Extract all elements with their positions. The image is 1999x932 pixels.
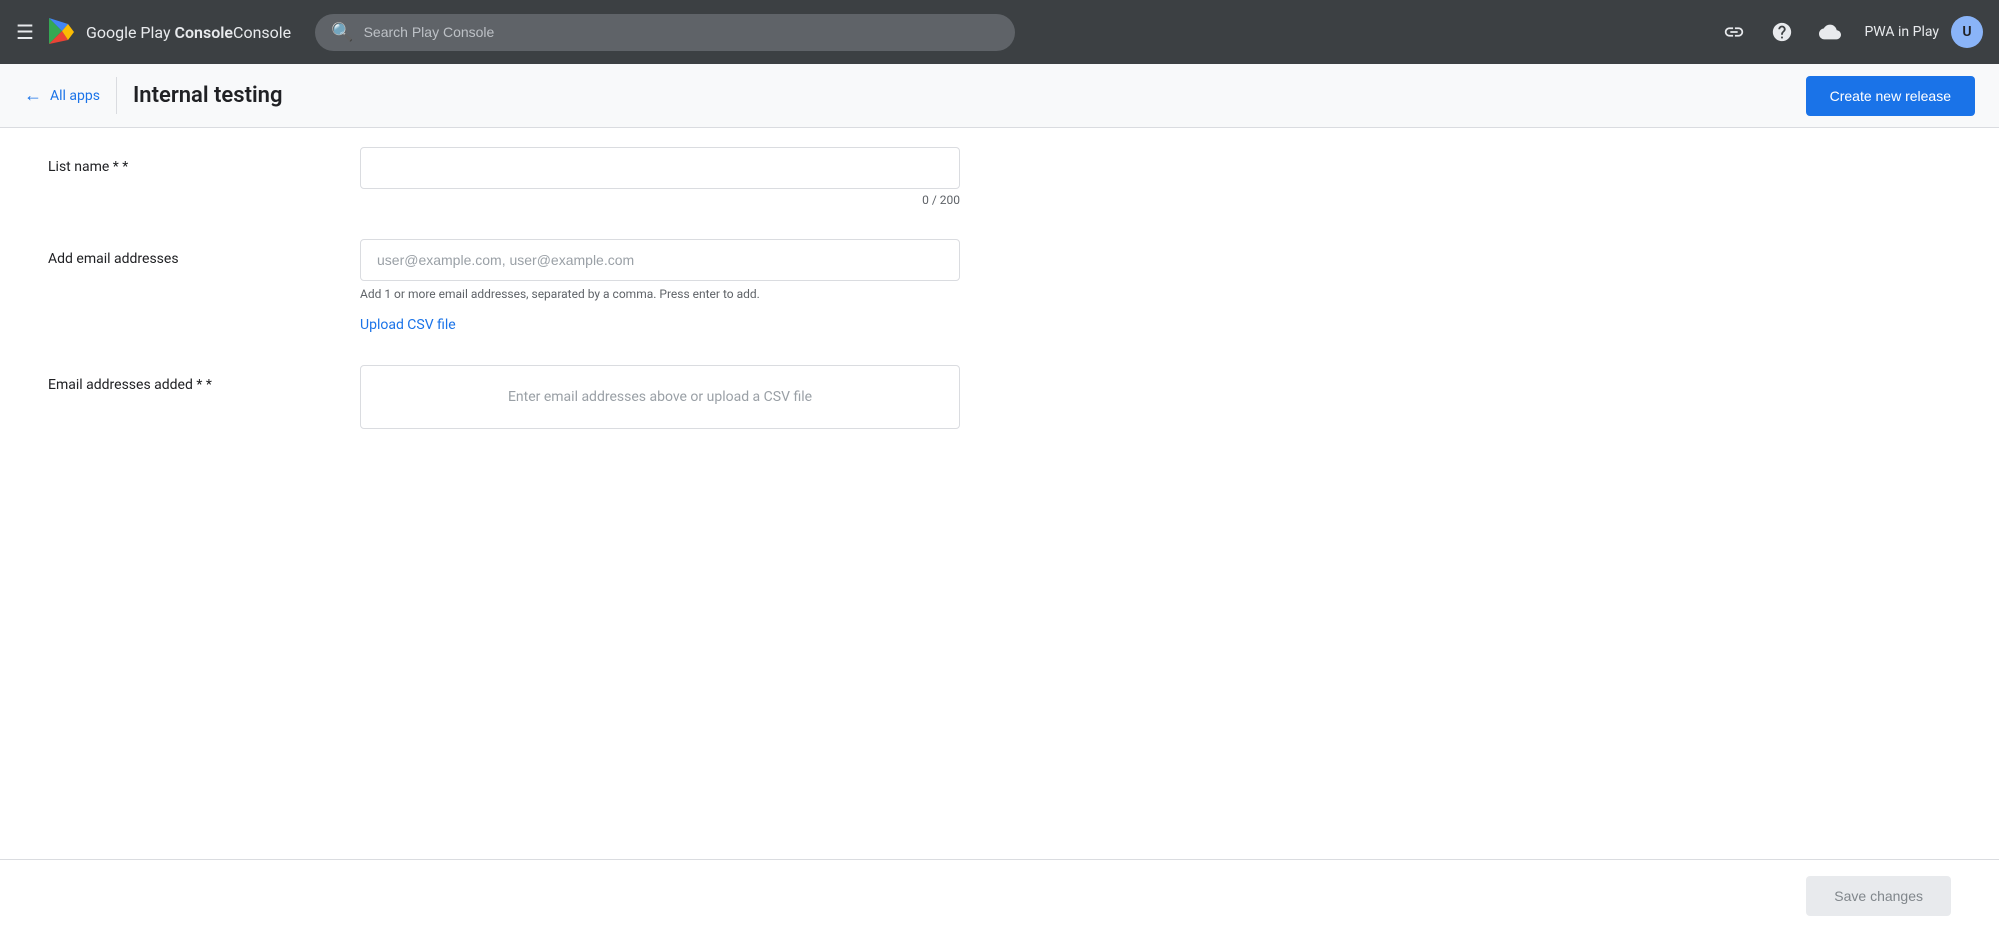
link-icon-button[interactable] bbox=[1716, 14, 1752, 50]
list-name-input[interactable] bbox=[360, 147, 960, 189]
navbar: ☰ Google Play ConsoleConsole 🔍 bbox=[0, 0, 1999, 64]
search-icon: 🔍 bbox=[331, 22, 353, 43]
list-name-field: 0 / 200 bbox=[360, 147, 960, 207]
link-icon bbox=[1723, 21, 1745, 43]
navbar-logo-text: Google Play ConsoleConsole bbox=[86, 23, 291, 42]
email-addresses-box: Enter email addresses above or upload a … bbox=[360, 365, 960, 429]
char-count: 0 / 200 bbox=[360, 193, 960, 207]
back-label: All apps bbox=[50, 88, 100, 104]
list-name-label: List name * bbox=[48, 147, 328, 175]
email-addresses-input[interactable] bbox=[360, 239, 960, 281]
help-icon bbox=[1771, 21, 1793, 43]
add-email-addresses-field: Add 1 or more email addresses, separated… bbox=[360, 239, 960, 333]
email-addresses-added-label: Email addresses added * bbox=[48, 365, 328, 393]
email-addresses-hint: Add 1 or more email addresses, separated… bbox=[360, 287, 960, 301]
save-changes-button[interactable]: Save changes bbox=[1806, 876, 1951, 916]
google-play-logo-icon bbox=[46, 16, 78, 48]
navbar-logo: Google Play ConsoleConsole bbox=[46, 16, 291, 48]
navbar-right: PWA in Play U bbox=[1716, 14, 1983, 50]
create-email-list-modal: Create email list ✕ * — Required fields … bbox=[0, 0, 1999, 932]
email-addresses-added-row: Email addresses added * Enter email addr… bbox=[48, 365, 1951, 429]
cloud-icon-button[interactable] bbox=[1812, 14, 1848, 50]
all-apps-back-button[interactable]: ← All apps bbox=[24, 77, 117, 114]
add-email-addresses-label: Add email addresses bbox=[48, 239, 328, 267]
modal-footer: Save changes bbox=[0, 859, 1999, 932]
create-new-release-button[interactable]: Create new release bbox=[1806, 76, 1975, 116]
help-icon-button[interactable] bbox=[1764, 14, 1800, 50]
search-input[interactable] bbox=[364, 24, 1000, 40]
subheader: ← All apps Internal testing Create new r… bbox=[0, 64, 1999, 128]
add-email-addresses-row: Add email addresses Add 1 or more email … bbox=[48, 239, 1951, 333]
email-addresses-added-field: Enter email addresses above or upload a … bbox=[360, 365, 960, 429]
app-name-label: PWA in Play bbox=[1864, 24, 1939, 40]
list-name-row: List name * 0 / 200 bbox=[48, 147, 1951, 207]
cloud-icon bbox=[1819, 21, 1841, 43]
avatar[interactable]: U bbox=[1951, 16, 1983, 48]
search-bar[interactable]: 🔍 bbox=[315, 14, 1015, 51]
menu-icon[interactable]: ☰ bbox=[16, 20, 34, 44]
back-arrow-icon: ← bbox=[24, 85, 42, 106]
page-title: Internal testing bbox=[133, 83, 1806, 108]
email-addresses-empty-state: Enter email addresses above or upload a … bbox=[508, 389, 812, 405]
upload-csv-link[interactable]: Upload CSV file bbox=[360, 317, 456, 333]
modal-body: * — Required fields List name * 0 / 200 … bbox=[0, 100, 1999, 859]
